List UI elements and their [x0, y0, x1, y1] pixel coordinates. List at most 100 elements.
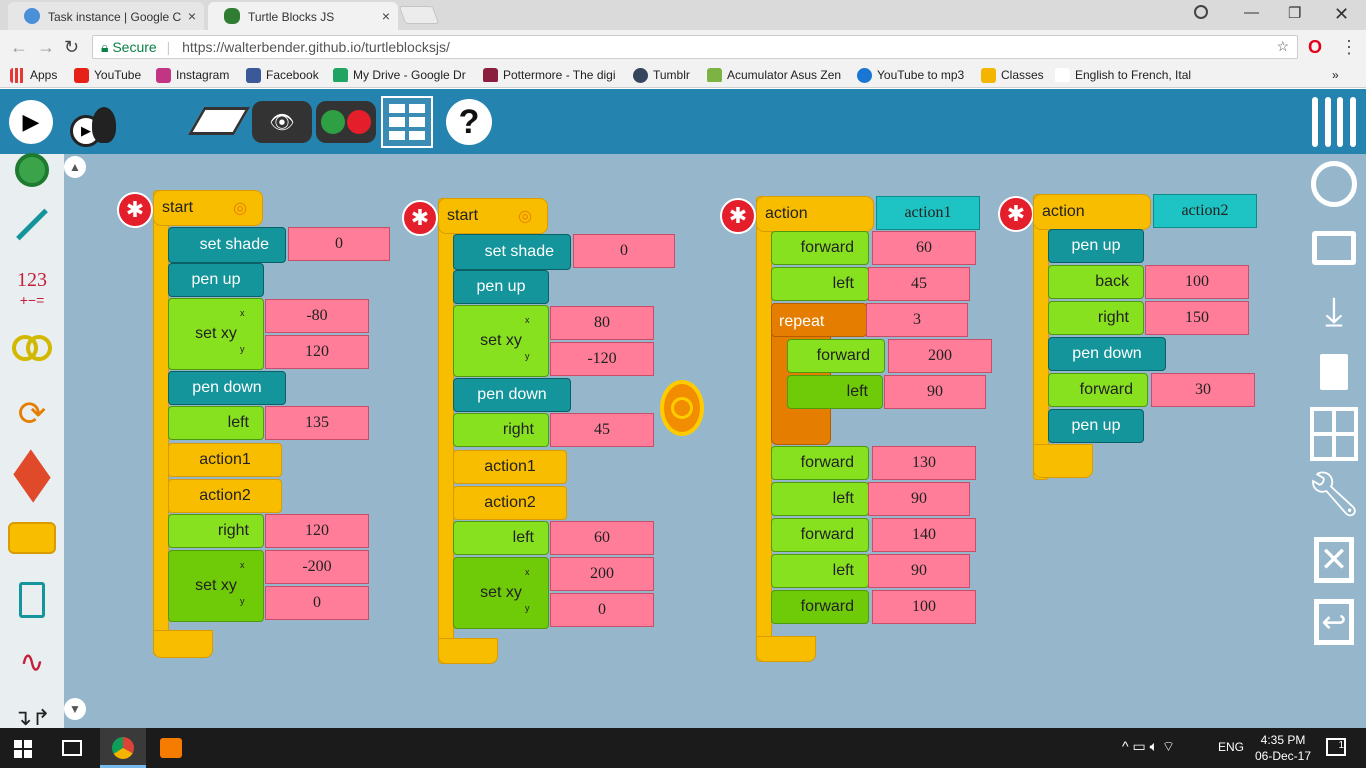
boolean-palette-icon[interactable] [8, 324, 56, 372]
bookmark-youtube[interactable]: YouTube [74, 68, 141, 83]
y-value[interactable]: -120 [550, 342, 654, 376]
sensors-palette-icon[interactable]: ∿ [8, 638, 56, 686]
bookmark-yt-mp3[interactable]: YouTube to mp3 [857, 68, 964, 83]
start-clamp[interactable] [438, 198, 454, 664]
turtle-palette-icon[interactable] [8, 146, 56, 194]
left-block[interactable]: left [453, 521, 549, 555]
action-block[interactable]: action [756, 196, 874, 232]
start-block[interactable]: start ◎ [438, 198, 548, 234]
bookmark-asus[interactable]: Acumulator Asus Zen [707, 68, 843, 82]
pen-up-block[interactable]: pen up [453, 270, 549, 304]
shade-value[interactable]: 0 [288, 227, 390, 261]
right-block[interactable]: right [1048, 301, 1144, 335]
forward-value[interactable]: 30 [1151, 373, 1255, 407]
shade-value[interactable]: 0 [573, 234, 675, 268]
wrench-icon[interactable]: 🔧︎ [1306, 470, 1362, 519]
pen-down-block[interactable]: pen down [1048, 337, 1166, 371]
right-value[interactable]: 120 [265, 514, 369, 548]
run-fast-button[interactable]: ▶ [9, 100, 53, 144]
globe-icon[interactable] [1310, 160, 1358, 208]
forward-block[interactable]: forward [771, 446, 869, 480]
forward-block[interactable]: forward [787, 339, 885, 373]
back-value[interactable]: 100 [1145, 265, 1249, 299]
media-player-taskbar-button[interactable] [160, 738, 182, 758]
pen-down-block[interactable]: pen down [168, 371, 286, 405]
x-value[interactable]: -80 [265, 299, 369, 333]
action-palette-icon[interactable] [8, 514, 56, 562]
right-value[interactable]: 150 [1145, 301, 1249, 335]
action-name-value[interactable]: action2 [1153, 194, 1257, 228]
y-value[interactable]: 120 [265, 335, 369, 369]
x-value[interactable]: -200 [265, 550, 369, 584]
forward-value[interactable]: 130 [872, 446, 976, 480]
start-button[interactable] [14, 740, 32, 758]
grid-view-button[interactable] [381, 96, 433, 148]
action-clamp[interactable] [1033, 194, 1049, 480]
delete-stack-icon[interactable]: ✱ [720, 198, 756, 234]
forward-block[interactable]: forward [771, 231, 869, 265]
number-palette-icon[interactable]: 123 +−= [8, 264, 56, 312]
bookmark-apps[interactable]: Apps [10, 68, 57, 83]
set-shade-block[interactable]: set shade [168, 227, 286, 263]
set-xy-block[interactable]: set xy [168, 550, 264, 622]
action2-call-block[interactable]: action2 [168, 479, 282, 513]
y-value[interactable]: 0 [265, 586, 369, 620]
delete-stack-icon[interactable]: ✱ [402, 200, 438, 236]
bookmark-wordreference[interactable]: English to French, Ital [1055, 68, 1191, 82]
save-icon[interactable]: ⤓ [1310, 288, 1358, 336]
left-value[interactable]: 90 [884, 375, 986, 409]
folder-icon[interactable] [1310, 224, 1358, 272]
media-palette-icon[interactable] [8, 576, 56, 624]
right-block[interactable]: right [168, 514, 264, 548]
eraser-icon[interactable] [187, 107, 251, 135]
left-block[interactable]: left [771, 554, 869, 588]
forward-block[interactable]: forward [771, 590, 869, 624]
left-block[interactable]: left [771, 482, 869, 516]
left-value[interactable]: 60 [550, 521, 654, 555]
new-project-icon[interactable] [1310, 348, 1358, 396]
notification-icon[interactable]: 1 [1326, 738, 1346, 756]
set-xy-block[interactable]: set xy [453, 557, 549, 629]
delete-stack-icon[interactable]: ✱ [117, 192, 153, 228]
left-value[interactable]: 135 [265, 406, 369, 440]
tray-icons[interactable]: ^ ▭ 🔈︎ ⌔ [1122, 738, 1175, 756]
set-shade-block[interactable]: set shade [453, 234, 571, 270]
action-name-value[interactable]: action1 [876, 196, 980, 230]
flow-palette-icon[interactable]: ⟳ [8, 390, 56, 438]
more-bookmarks[interactable]: » [1316, 68, 1339, 82]
set-xy-block[interactable]: set xy [168, 298, 264, 370]
left-block[interactable]: left [168, 406, 264, 440]
pen-up-block[interactable]: pen up [1048, 229, 1144, 263]
toggle-aux-menu-button[interactable] [1312, 97, 1356, 147]
forward-icon[interactable]: → [37, 37, 55, 58]
action2-call-block[interactable]: action2 [453, 486, 567, 520]
collapse-blocks-button[interactable] [316, 101, 376, 143]
bookmark-tumblr[interactable]: Tumblr [633, 68, 690, 83]
minimize-button[interactable]: — [1244, 4, 1259, 21]
clear-trash-icon[interactable]: ✕ [1310, 536, 1358, 584]
right-block[interactable]: right [453, 413, 549, 447]
turtle-sprite[interactable] [660, 380, 704, 436]
left-value[interactable]: 90 [868, 482, 970, 516]
help-button[interactable]: ? [446, 99, 492, 145]
left-block[interactable]: left [771, 267, 869, 301]
pen-down-block[interactable]: pen down [453, 378, 571, 412]
back-block[interactable]: back [1048, 265, 1144, 299]
forward-block[interactable]: forward [771, 518, 869, 552]
forward-value[interactable]: 200 [888, 339, 992, 373]
close-tab-icon[interactable]: × [382, 8, 390, 24]
start-block[interactable]: start ◎ [153, 190, 263, 226]
bookmark-pottermore[interactable]: Pottermore - The digi [483, 68, 619, 82]
restore-button[interactable]: ❐ [1288, 4, 1301, 22]
pen-up-block[interactable]: pen up [1048, 409, 1144, 443]
menu-icon[interactable]: ⋮ [1340, 37, 1358, 58]
tab-turtle-blocks[interactable]: Turtle Blocks JS × [208, 2, 398, 30]
delete-stack-icon[interactable]: ✱ [998, 196, 1034, 232]
x-value[interactable]: 200 [550, 557, 654, 591]
back-icon[interactable]: ← [10, 37, 28, 58]
language-indicator[interactable]: ENG [1218, 740, 1244, 754]
close-window-button[interactable]: ✕ [1334, 4, 1349, 25]
start-clamp[interactable] [153, 190, 169, 656]
palette-scroll-down-button[interactable]: ▼ [64, 698, 86, 720]
set-xy-block[interactable]: set xy [453, 305, 549, 377]
